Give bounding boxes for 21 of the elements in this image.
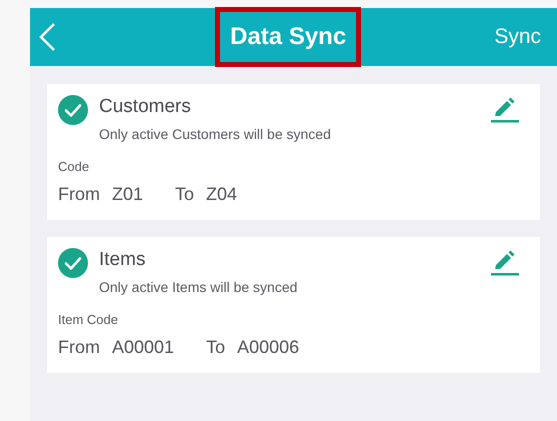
field-label: Code (58, 158, 90, 176)
back-chevron-icon[interactable] (38, 22, 58, 52)
edit-pencil-icon[interactable] (491, 250, 519, 276)
to-value: A00006 (237, 336, 300, 359)
sync-button[interactable]: Sync (494, 21, 541, 53)
page-title: Data Sync (215, 7, 362, 67)
from-label: From (58, 336, 100, 359)
section-title: Items (99, 248, 146, 272)
section-note: Only active Items will be synced (99, 278, 298, 297)
from-value: Z01 (112, 183, 144, 206)
section-note: Only active Customers will be synced (99, 125, 332, 144)
section-title: Customers (99, 95, 192, 119)
to-label: To (206, 336, 226, 359)
edit-pencil-icon[interactable] (491, 97, 519, 123)
checkmark-circle-icon[interactable] (58, 95, 88, 125)
from-value: A00001 (112, 336, 174, 359)
to-label: To (175, 183, 194, 206)
to-value: Z04 (206, 183, 238, 206)
from-label: From (58, 183, 100, 206)
field-label: Item Code (58, 311, 119, 329)
checkmark-circle-icon[interactable] (58, 248, 88, 278)
